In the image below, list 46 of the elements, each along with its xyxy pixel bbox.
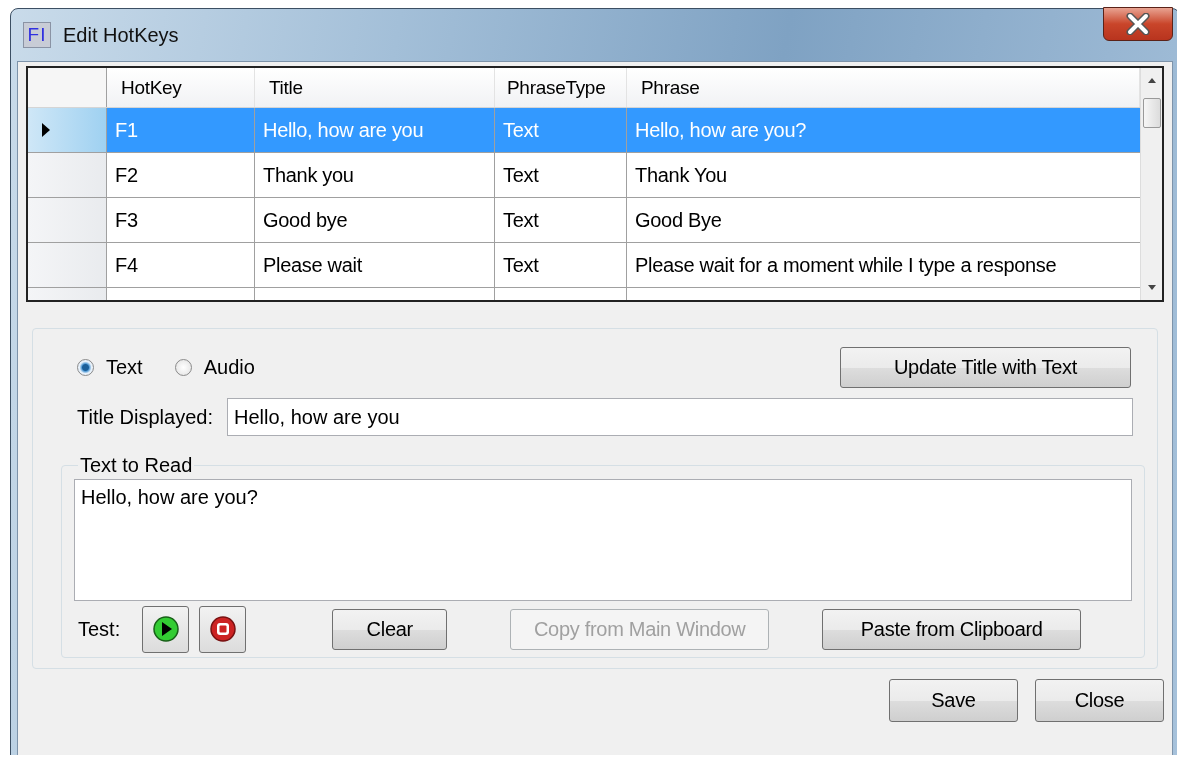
window-title: Edit HotKeys — [63, 23, 179, 47]
table-cell: Text — [495, 153, 627, 197]
title-field[interactable]: Hello, how are you — [227, 398, 1133, 436]
scroll-down-icon[interactable] — [1145, 284, 1158, 292]
radio-option[interactable]: Audio — [174, 356, 255, 379]
field-label: Title Displayed: — [77, 405, 213, 429]
close-button[interactable] — [1103, 7, 1173, 41]
text-area[interactable]: Hello, how are you? — [74, 479, 1132, 601]
close-button[interactable]: Close — [1035, 679, 1164, 722]
group-title: Text to Read — [79, 454, 194, 477]
table-cell: Text — [495, 198, 627, 242]
radio-button[interactable] — [174, 359, 192, 376]
column-header[interactable]: HotKey — [107, 68, 255, 107]
scroll-up-icon[interactable] — [1145, 76, 1158, 84]
table-cell: Hello, how are you? — [627, 108, 1140, 152]
app-icon: FI — [23, 22, 51, 48]
play-icon — [152, 616, 179, 642]
table-cell: F1 — [107, 108, 255, 152]
clear-button[interactable]: Clear — [332, 608, 448, 650]
scroll-bar[interactable] — [1140, 68, 1162, 300]
table-cell: F2 — [107, 153, 255, 197]
update-title-button[interactable]: Update Title with Text — [840, 347, 1131, 388]
table-cell: Text — [495, 243, 627, 287]
stop-button[interactable] — [199, 605, 247, 653]
save-button[interactable]: Save — [889, 679, 1018, 722]
column-header[interactable]: PhraseType — [495, 68, 627, 107]
paste-button[interactable]: Paste from Clipboard — [822, 608, 1082, 650]
table-cell-text: Thank You — [634, 162, 728, 188]
table-cell: F4 — [107, 243, 255, 287]
radio-option[interactable]: Text — [77, 356, 143, 379]
table-cell: Good bye — [255, 198, 495, 242]
table-cell: Text — [495, 108, 627, 152]
scroll-thumb[interactable] — [1142, 98, 1161, 128]
table-cell: Thank you — [255, 153, 495, 197]
radio-button[interactable] — [77, 359, 94, 376]
table-cell: Hello, how are you — [255, 108, 495, 152]
stop-icon — [209, 616, 236, 642]
play-button[interactable] — [142, 605, 190, 653]
table-cell: F3 — [107, 198, 255, 242]
table-cell-text: Good Bye — [634, 207, 723, 233]
table-cell-text: Please wait for a moment while I type a response — [634, 252, 1058, 278]
close-icon — [1123, 13, 1153, 35]
test-label: Test: — [78, 617, 121, 641]
column-header[interactable]: Title — [255, 68, 495, 107]
row-header[interactable] — [28, 108, 107, 152]
table-cell: Please wait — [255, 243, 495, 287]
